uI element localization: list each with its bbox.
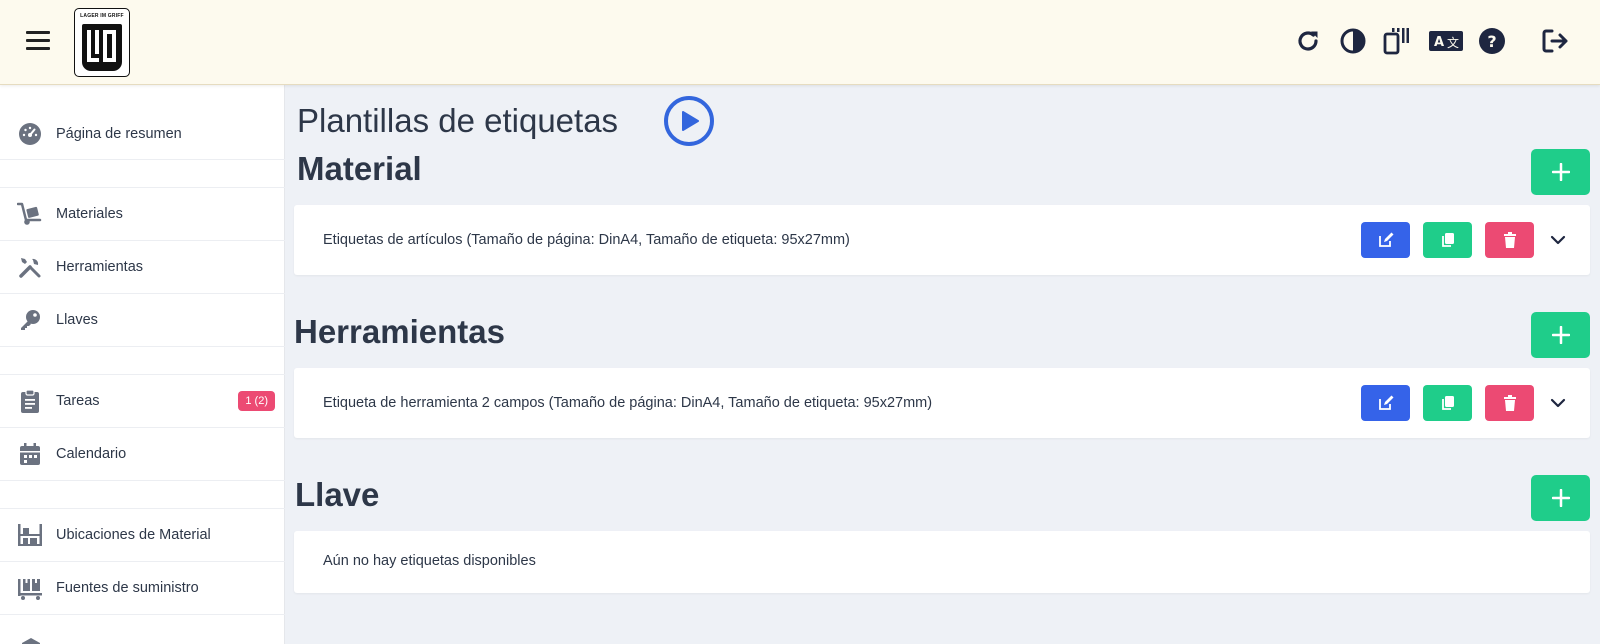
play-icon bbox=[682, 111, 699, 131]
play-tutorial-button[interactable] bbox=[664, 96, 714, 146]
plus-icon bbox=[1551, 326, 1570, 344]
sidebar-next-icon bbox=[19, 635, 43, 644]
sidebar-item-keys[interactable]: Llaves bbox=[0, 293, 285, 346]
page-title: Plantillas de etiquetas bbox=[297, 102, 619, 139]
add-key-template-button[interactable] bbox=[1531, 475, 1590, 521]
section-title-keys: Llave bbox=[295, 476, 380, 513]
edit-button[interactable] bbox=[1361, 222, 1410, 258]
pwa-icon[interactable] bbox=[1381, 26, 1411, 56]
sidebar-item-label: Herramientas bbox=[56, 258, 144, 275]
translate-icon[interactable]: A文 bbox=[1428, 26, 1464, 56]
section-title-tools: Herramientas bbox=[294, 313, 505, 350]
trash-icon bbox=[1503, 395, 1516, 411]
sidebar-item-dashboard[interactable]: Página de resumen bbox=[0, 107, 285, 160]
sidebar-item-label: Materiales bbox=[56, 205, 123, 222]
divider bbox=[0, 159, 285, 160]
logo-text: LAGER IM GRIFF bbox=[80, 13, 124, 19]
logout-icon[interactable] bbox=[1540, 26, 1570, 56]
template-row-material: Etiquetas de artículos (Tamaño de página… bbox=[294, 205, 1590, 275]
empty-state-text: Aún no hay etiquetas disponibles bbox=[323, 553, 536, 569]
template-row-label: Etiquetas de artículos (Tamaño de página… bbox=[323, 232, 850, 248]
copy-icon bbox=[1441, 396, 1454, 410]
plus-icon bbox=[1551, 163, 1570, 181]
supply-icon bbox=[17, 575, 43, 601]
divider bbox=[0, 480, 285, 481]
svg-text:文: 文 bbox=[1447, 35, 1459, 50]
trash-icon bbox=[1503, 232, 1516, 248]
contrast-icon[interactable] bbox=[1338, 26, 1368, 56]
menu-icon[interactable] bbox=[26, 31, 50, 51]
template-row-tools: Etiqueta de herramienta 2 campos (Tamaño… bbox=[294, 368, 1590, 438]
help-icon[interactable]: ? bbox=[1477, 26, 1507, 56]
plus-icon bbox=[1551, 489, 1570, 507]
add-material-template-button[interactable] bbox=[1531, 149, 1590, 195]
edit-button[interactable] bbox=[1361, 385, 1410, 421]
copy-button[interactable] bbox=[1423, 385, 1472, 421]
logo[interactable]: LAGER IM GRIFF bbox=[74, 8, 130, 77]
top-bar: LAGER IM GRIFF A文 ? bbox=[0, 0, 1600, 85]
sidebar-item-tasks[interactable]: Tareas 1 (2) bbox=[0, 374, 285, 427]
tasks-count-badge: 1 (2) bbox=[238, 390, 275, 411]
sidebar-item-label: Tareas bbox=[56, 392, 100, 409]
copy-icon bbox=[1441, 233, 1454, 247]
sidebar-item-label: Fuentes de suministro bbox=[56, 579, 199, 596]
svg-text:?: ? bbox=[1487, 32, 1496, 51]
add-tool-template-button[interactable] bbox=[1531, 312, 1590, 358]
calendar-icon bbox=[17, 441, 43, 467]
sidebar-item-tools[interactable]: Herramientas bbox=[0, 240, 285, 293]
sidebar: Página de resumen Materiales Herramienta… bbox=[0, 85, 285, 644]
dashboard-icon bbox=[17, 121, 43, 147]
logo-mark bbox=[82, 24, 122, 71]
dolly-icon bbox=[17, 201, 43, 227]
key-icon bbox=[17, 307, 43, 333]
chevron-down-icon[interactable] bbox=[1547, 392, 1569, 414]
edit-icon bbox=[1378, 395, 1393, 410]
divider bbox=[0, 614, 285, 615]
delete-button[interactable] bbox=[1485, 222, 1534, 258]
sidebar-item-label: Llaves bbox=[56, 311, 98, 328]
sidebar-item-supply-sources[interactable]: Fuentes de suministro bbox=[0, 561, 285, 614]
empty-state-row: Aún no hay etiquetas disponibles bbox=[294, 531, 1590, 593]
sidebar-item-materials[interactable]: Materiales bbox=[0, 187, 285, 240]
sidebar-item-label: Página de resumen bbox=[56, 125, 182, 142]
copy-button[interactable] bbox=[1423, 222, 1472, 258]
warehouse-icon bbox=[17, 522, 43, 548]
sidebar-item-calendar[interactable]: Calendario bbox=[0, 427, 285, 480]
chevron-down-icon[interactable] bbox=[1547, 229, 1569, 251]
template-row-label: Etiqueta de herramienta 2 campos (Tamaño… bbox=[323, 395, 933, 411]
sidebar-item-material-locations[interactable]: Ubicaciones de Material bbox=[0, 508, 285, 561]
sidebar-item-label: Ubicaciones de Material bbox=[56, 526, 211, 543]
tools-icon bbox=[17, 254, 43, 280]
refresh-icon[interactable] bbox=[1293, 26, 1323, 56]
sidebar-item-label: Calendario bbox=[56, 445, 127, 462]
clipboard-icon bbox=[17, 388, 43, 414]
divider bbox=[0, 346, 285, 347]
section-title-material: Material bbox=[297, 150, 422, 187]
edit-icon bbox=[1378, 232, 1393, 247]
delete-button[interactable] bbox=[1485, 385, 1534, 421]
svg-text:A: A bbox=[1434, 35, 1444, 50]
